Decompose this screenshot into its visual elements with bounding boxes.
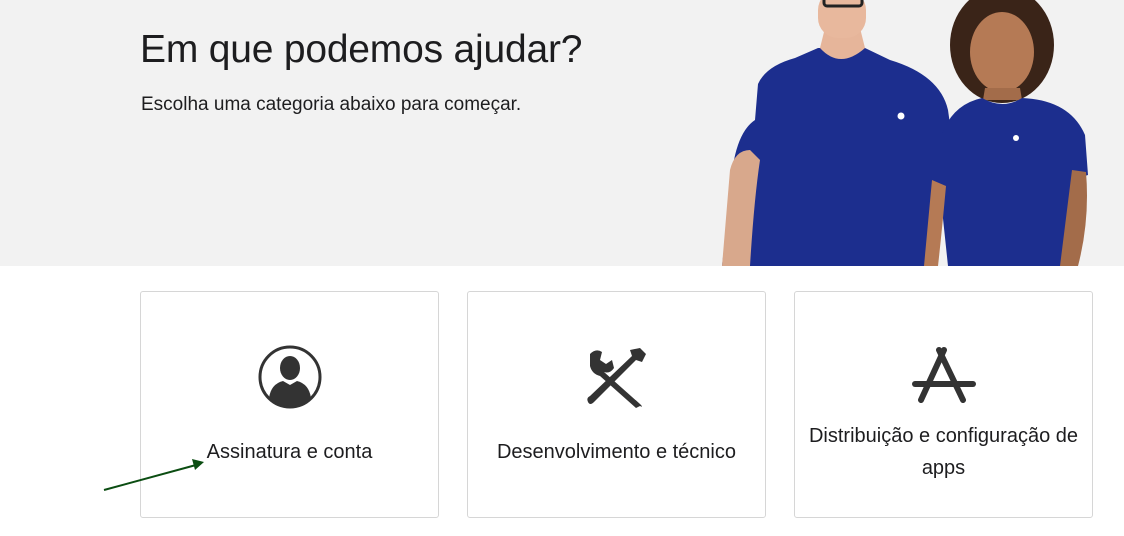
- category-card-account[interactable]: Assinatura e conta: [140, 291, 439, 518]
- person-icon: [258, 345, 321, 409]
- tools-icon: [586, 348, 646, 408]
- category-card-development[interactable]: Desenvolvimento e técnico: [467, 291, 766, 518]
- category-cards: Assinatura e conta Desenvolvimento e téc…: [0, 0, 1124, 536]
- category-card-distribution[interactable]: Distribuição e configuração de apps: [794, 291, 1093, 518]
- category-label: Desenvolvimento e técnico: [496, 441, 736, 463]
- app-store-icon: [911, 347, 976, 403]
- category-label: Assinatura e conta: [206, 441, 373, 463]
- category-label: Distribuição e configuração de apps: [808, 425, 1079, 479]
